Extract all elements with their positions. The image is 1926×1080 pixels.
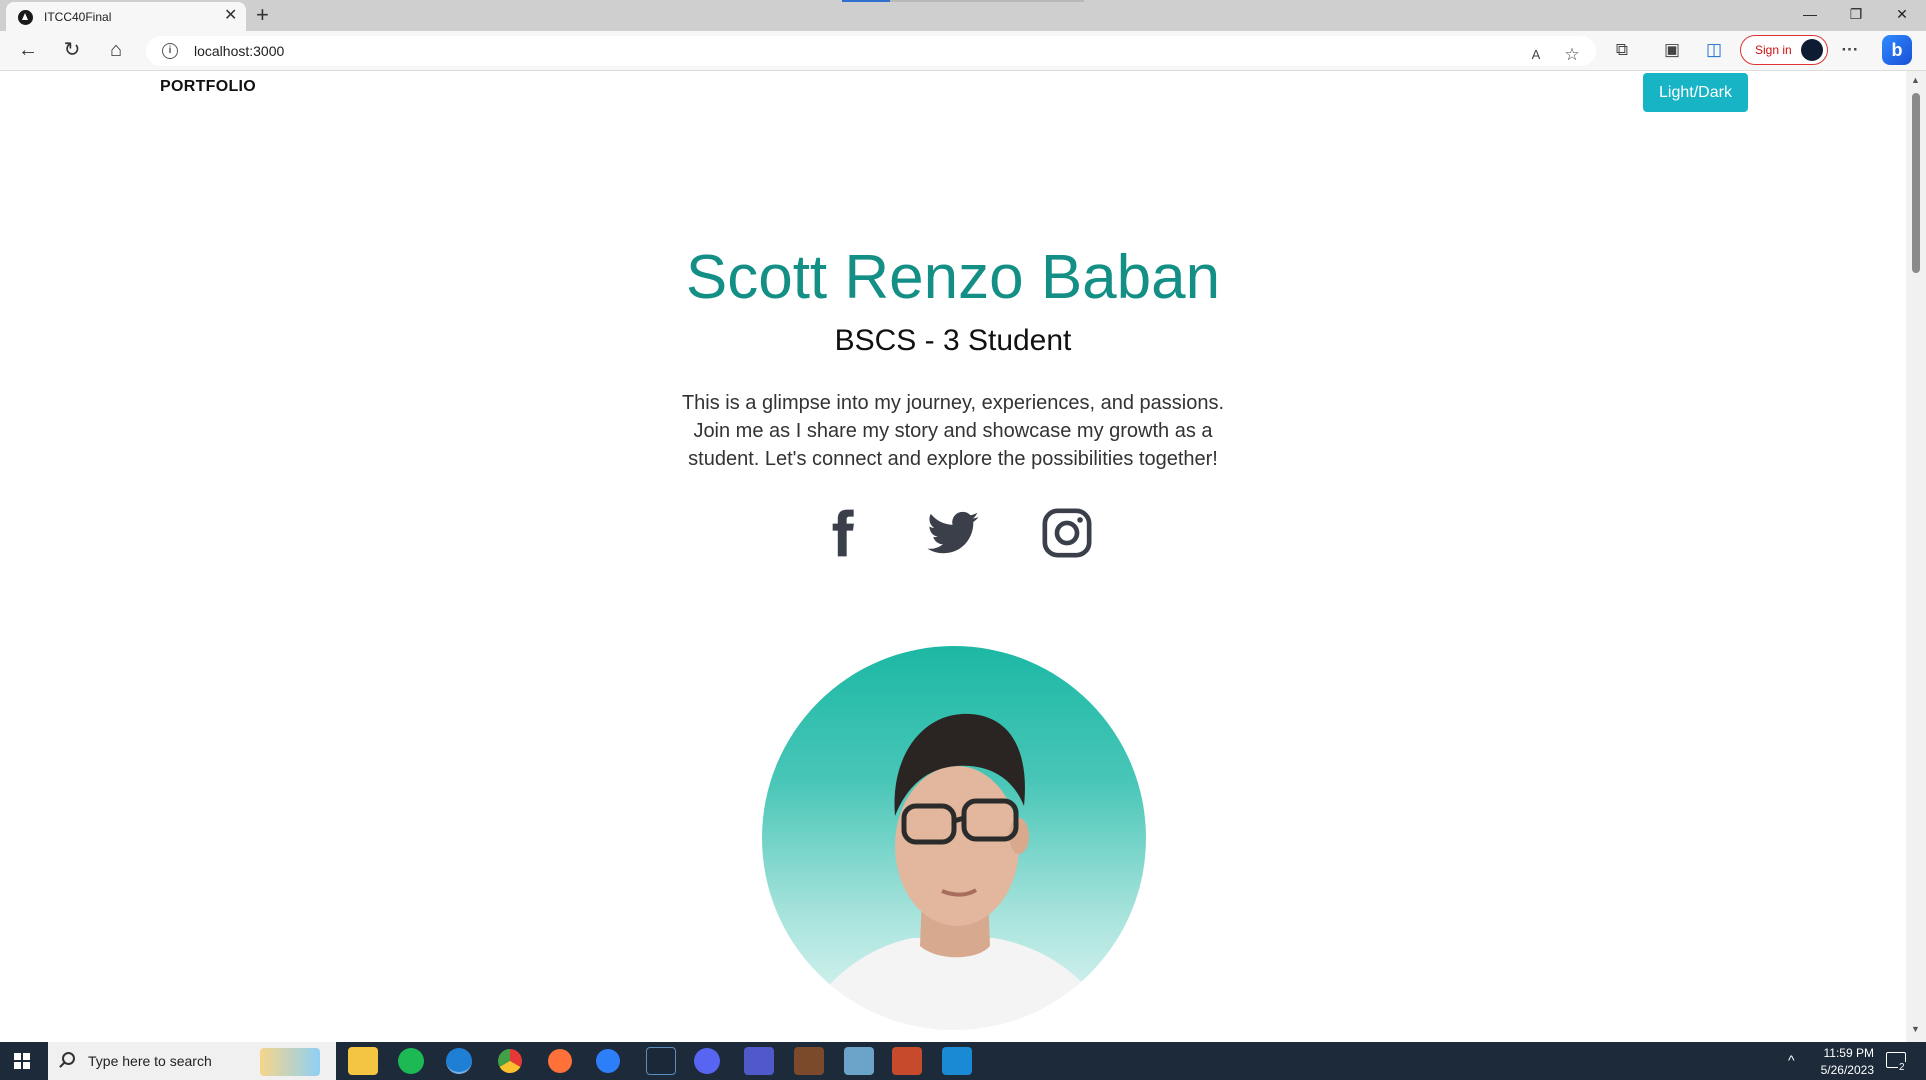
clock-date[interactable]: 5/26/2023 bbox=[1810, 1063, 1874, 1077]
taskbar-search-box[interactable]: Type here to search bbox=[48, 1042, 336, 1080]
app-icon[interactable] bbox=[794, 1047, 824, 1075]
collections-icon[interactable]: ▣ bbox=[1660, 40, 1684, 60]
firefox-icon[interactable] bbox=[548, 1049, 572, 1073]
extensions-icon[interactable]: ⧉ bbox=[1610, 40, 1634, 60]
page-content: PORTFOLIO Light/Dark Scott Renzo Baban B… bbox=[0, 71, 1906, 1042]
more-options-icon[interactable]: ··· bbox=[1838, 40, 1862, 60]
hero-subtitle: BSCS - 3 Student bbox=[834, 324, 1072, 357]
app-icon[interactable] bbox=[844, 1047, 874, 1075]
clock-time[interactable]: 11:59 PM bbox=[1810, 1046, 1874, 1060]
search-icon bbox=[62, 1052, 75, 1065]
edge-icon[interactable] bbox=[446, 1048, 472, 1074]
hero-description: This is a glimpse into my journey, exper… bbox=[681, 392, 1225, 470]
browser-essentials-icon[interactable]: ◫ bbox=[1702, 40, 1726, 60]
tab-favicon-icon bbox=[18, 10, 33, 25]
reload-icon[interactable]: ↻ bbox=[58, 39, 86, 61]
discord-icon[interactable] bbox=[694, 1048, 720, 1074]
browser-toolbar: ← ↻ ⌂ i localhost:3000 A ☆ ⧉ ▣ ◫ Sign in… bbox=[0, 31, 1926, 71]
vscode-icon[interactable] bbox=[942, 1047, 972, 1075]
tray-chevron-icon[interactable]: ^ bbox=[1788, 1052, 1795, 1068]
restore-icon[interactable]: ❐ bbox=[1836, 6, 1876, 23]
new-tab-button[interactable]: + bbox=[256, 3, 269, 27]
teams-icon[interactable] bbox=[744, 1047, 774, 1075]
info-icon[interactable]: i bbox=[162, 43, 178, 59]
windows-taskbar: Type here to search ^ 11:59 PM 5/26/2023… bbox=[0, 1042, 1926, 1080]
tab-title: ITCC40Final bbox=[44, 10, 112, 24]
theme-toggle-button[interactable]: Light/Dark bbox=[1643, 73, 1748, 112]
taskbar-search-placeholder: Type here to search bbox=[88, 1053, 212, 1069]
browser-title-bar: ITCC40Final ✕ + — ❐ ✕ bbox=[0, 0, 1926, 31]
app-icon[interactable] bbox=[892, 1047, 922, 1075]
twitter-icon[interactable] bbox=[925, 505, 981, 561]
notification-count: 2 bbox=[1898, 1062, 1906, 1073]
facebook-icon[interactable] bbox=[814, 505, 870, 561]
tab-indicator-track bbox=[890, 0, 1084, 2]
bing-chat-icon[interactable]: b bbox=[1882, 35, 1912, 65]
back-arrow-icon[interactable]: ← bbox=[14, 39, 42, 61]
windows-start-icon[interactable] bbox=[14, 1053, 30, 1069]
url-text[interactable]: localhost:3000 bbox=[194, 43, 284, 59]
browser-tab[interactable]: ITCC40Final ✕ bbox=[6, 2, 246, 31]
hero-name: Scott Renzo Baban bbox=[685, 243, 1221, 312]
read-aloud-icon[interactable]: A bbox=[1524, 45, 1548, 65]
file-explorer-icon[interactable] bbox=[348, 1047, 378, 1075]
scroll-down-arrow-icon[interactable]: ▼ bbox=[1911, 1024, 1920, 1034]
brand-logo[interactable]: PORTFOLIO bbox=[160, 78, 256, 96]
app-icon[interactable] bbox=[596, 1049, 620, 1073]
address-bar[interactable]: i localhost:3000 A ☆ bbox=[146, 36, 1596, 66]
instagram-icon[interactable] bbox=[1039, 505, 1095, 561]
minimize-icon[interactable]: — bbox=[1790, 6, 1830, 22]
tab-close-icon[interactable]: ✕ bbox=[224, 8, 237, 24]
scroll-thumb[interactable] bbox=[1912, 93, 1920, 273]
window-close-icon[interactable]: ✕ bbox=[1882, 6, 1922, 23]
search-highlight-icon bbox=[260, 1048, 320, 1076]
favorite-star-icon[interactable]: ☆ bbox=[1560, 45, 1584, 65]
profile-photo bbox=[762, 646, 1146, 1030]
spotify-icon[interactable] bbox=[398, 1048, 424, 1074]
tab-indicator bbox=[842, 0, 890, 2]
chrome-icon[interactable] bbox=[498, 1049, 522, 1073]
page-scrollbar[interactable]: ▲ ▼ bbox=[1906, 71, 1926, 1042]
sign-in-label: Sign in bbox=[1755, 43, 1792, 57]
steam-icon[interactable] bbox=[646, 1047, 676, 1075]
home-icon[interactable]: ⌂ bbox=[102, 39, 130, 61]
scroll-up-arrow-icon[interactable]: ▲ bbox=[1911, 75, 1920, 85]
sign-in-button[interactable]: Sign in bbox=[1740, 35, 1828, 65]
profile-avatar bbox=[1801, 39, 1823, 61]
